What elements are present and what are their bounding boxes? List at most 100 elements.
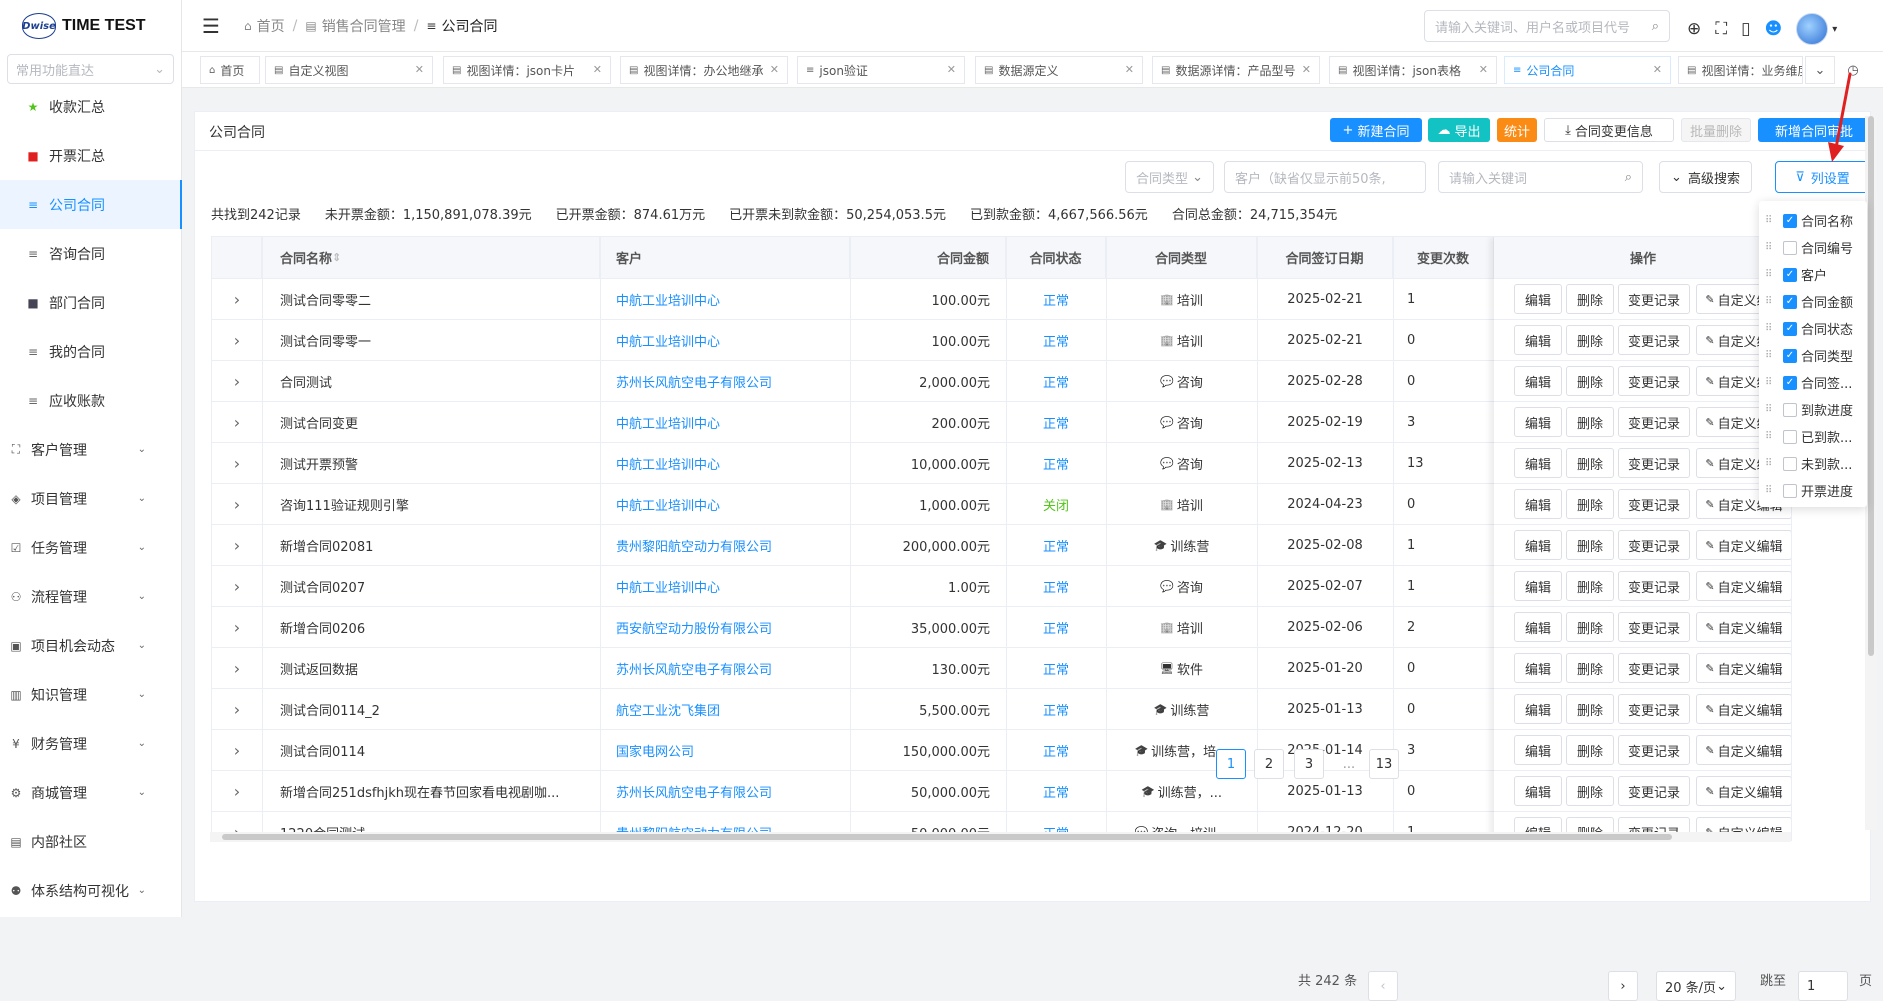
customer-link[interactable]: 苏州长风航空电子有限公司: [600, 648, 850, 689]
change-log-button[interactable]: 变更记录: [1618, 366, 1690, 396]
robot-icon[interactable]: ☻: [1765, 19, 1783, 39]
drag-handle-icon[interactable]: ⠿: [1765, 242, 1775, 253]
table-header-cell[interactable]: 变更次数: [1393, 237, 1494, 279]
edit-button[interactable]: 编辑: [1514, 530, 1562, 560]
sidebar-item[interactable]: ▥ 知识管理 ⌄: [0, 670, 182, 719]
change-log-button[interactable]: 变更记录: [1618, 612, 1690, 642]
close-icon[interactable]: ✕: [944, 63, 956, 76]
edit-button[interactable]: 编辑: [1514, 407, 1562, 437]
mobile-icon[interactable]: ▯: [1741, 19, 1750, 39]
drag-handle-icon[interactable]: ⠿: [1765, 404, 1775, 415]
prev-page-button[interactable]: ‹: [1368, 971, 1398, 1001]
column-setting-item[interactable]: ⠿ 到款进度: [1759, 396, 1867, 423]
sort-icon[interactable]: ⇕: [332, 251, 341, 264]
expand-chevron-icon[interactable]: ›: [212, 361, 262, 402]
drag-handle-icon[interactable]: ⠿: [1765, 215, 1775, 226]
column-setting-item[interactable]: ⠿ ✓ 合同状态: [1759, 315, 1867, 342]
delete-button[interactable]: 删除: [1566, 653, 1614, 683]
change-log-button[interactable]: 变更记录: [1618, 694, 1690, 724]
checkbox[interactable]: ✓: [1783, 321, 1797, 336]
hamburger-icon[interactable]: ☰: [202, 14, 224, 38]
customer-link[interactable]: 中航工业培训中心: [600, 443, 850, 484]
new-contract-button[interactable]: + 新建合同: [1330, 118, 1422, 142]
export-button[interactable]: ☁ 导出: [1428, 118, 1490, 142]
edit-button[interactable]: 编辑: [1514, 653, 1562, 683]
column-setting-item[interactable]: ⠿ ✓ 客户: [1759, 261, 1867, 288]
change-log-button[interactable]: 变更记录: [1618, 284, 1690, 314]
checkbox[interactable]: [1783, 240, 1797, 255]
sidebar-item[interactable]: ≡ 咨询合同: [0, 229, 182, 278]
page-button[interactable]: 13: [1369, 749, 1399, 779]
change-log-button[interactable]: 变更记录: [1618, 489, 1690, 519]
edit-button[interactable]: 编辑: [1514, 776, 1562, 806]
change-log-button[interactable]: 变更记录: [1618, 325, 1690, 355]
sidebar-item[interactable]: ⚇ 流程管理 ⌄: [0, 572, 182, 621]
checkbox[interactable]: ✓: [1783, 294, 1797, 309]
table-header-cell[interactable]: 合同金额: [850, 237, 1006, 279]
customer-link[interactable]: 国家电网公司: [600, 730, 850, 771]
delete-button[interactable]: 删除: [1566, 612, 1614, 642]
checkbox[interactable]: [1783, 402, 1797, 417]
drag-handle-icon[interactable]: ⠿: [1765, 323, 1775, 334]
sidebar-item[interactable]: ⚉ 体系结构可视化 ⌄: [0, 866, 182, 915]
expand-chevron-icon[interactable]: ›: [212, 566, 262, 607]
sidebar-item[interactable]: ≡ 我的合同: [0, 327, 182, 376]
change-log-button[interactable]: 变更记录: [1618, 653, 1690, 683]
edit-button[interactable]: 编辑: [1514, 448, 1562, 478]
customer-link[interactable]: 苏州长风航空电子有限公司: [600, 361, 850, 402]
sidebar-item[interactable]: ▤ 内部社区: [0, 817, 182, 866]
delete-button[interactable]: 删除: [1566, 571, 1614, 601]
breadcrumb-home[interactable]: 首页: [257, 16, 285, 36]
close-icon[interactable]: ✕: [412, 63, 424, 76]
sidebar-item[interactable]: ■ 开票汇总: [0, 131, 182, 180]
checkbox[interactable]: [1783, 456, 1797, 471]
delete-button[interactable]: 删除: [1566, 448, 1614, 478]
page-button[interactable]: 1: [1216, 749, 1246, 779]
customer-select[interactable]: 客户（缺省仅显示前50条,: [1224, 161, 1426, 193]
page-button[interactable]: 2: [1254, 749, 1284, 779]
tab-item[interactable]: ≡ 公司合同 ✕: [1504, 56, 1671, 84]
drag-handle-icon[interactable]: ⠿: [1765, 269, 1775, 280]
fullscreen-icon[interactable]: ⛶: [1715, 19, 1727, 39]
checkbox[interactable]: ✓: [1783, 375, 1797, 390]
change-log-button[interactable]: 变更记录: [1618, 407, 1690, 437]
add-circle-icon[interactable]: ⊕: [1687, 19, 1701, 39]
expand-chevron-icon[interactable]: ›: [212, 320, 262, 361]
sidebar-item[interactable]: ⚙ 商城管理 ⌄: [0, 768, 182, 817]
checkbox[interactable]: ✓: [1783, 213, 1797, 228]
sidebar-item[interactable]: ☑ 任务管理 ⌄: [0, 523, 182, 572]
edit-button[interactable]: 编辑: [1514, 571, 1562, 601]
tab-item[interactable]: ▤ 视图详情：json表格 ✕: [1329, 56, 1497, 84]
sidebar-item[interactable]: ≡ 应收账款: [0, 376, 182, 425]
sidebar-item[interactable]: ■ 部门合同: [0, 278, 182, 327]
change-log-button[interactable]: 变更记录: [1618, 735, 1690, 765]
customer-link[interactable]: 西安航空动力股份有限公司: [600, 607, 850, 648]
close-icon[interactable]: ✕: [767, 63, 779, 76]
custom-edit-button[interactable]: ✎自定义编辑: [1696, 735, 1791, 765]
delete-button[interactable]: 删除: [1566, 530, 1614, 560]
custom-edit-button[interactable]: ✎自定义编辑: [1696, 694, 1791, 724]
close-icon[interactable]: ✕: [1122, 63, 1134, 76]
sidebar-item[interactable]: ≡ 公司合同: [0, 180, 182, 229]
tab-item[interactable]: ▤ 自定义视图 ✕: [265, 56, 433, 84]
edit-button[interactable]: 编辑: [1514, 489, 1562, 519]
edit-button[interactable]: 编辑: [1514, 735, 1562, 765]
sidebar-item[interactable]: ◈ 项目管理 ⌄: [0, 474, 182, 523]
sidebar-item[interactable]: ▣ 项目机会动态 ⌄: [0, 621, 182, 670]
drag-handle-icon[interactable]: ⠿: [1765, 485, 1775, 496]
tab-item[interactable]: ≡ json验证 ✕: [797, 56, 965, 84]
tab-item[interactable]: ▤ 视图详情：json卡片 ✕: [443, 56, 611, 84]
expand-chevron-icon[interactable]: ›: [212, 443, 262, 484]
edit-button[interactable]: 编辑: [1514, 366, 1562, 396]
vertical-scroll-thumb[interactable]: [1868, 116, 1874, 656]
close-icon[interactable]: ✕: [590, 63, 602, 76]
expand-chevron-icon[interactable]: ›: [212, 525, 262, 566]
tab-item[interactable]: ▤ 视图详情：业务维度表: [1678, 56, 1803, 84]
customer-link[interactable]: 苏州长风航空电子有限公司: [600, 771, 850, 812]
table-header-cell[interactable]: 合同状态: [1006, 237, 1106, 279]
change-log-button[interactable]: 变更记录: [1618, 571, 1690, 601]
tab-item[interactable]: ▤ 数据源定义 ✕: [975, 56, 1143, 84]
custom-edit-button[interactable]: ✎自定义编辑: [1696, 530, 1791, 560]
sidebar-item[interactable]: ★ 收款汇总: [0, 82, 182, 131]
stats-button[interactable]: 统计: [1497, 118, 1537, 142]
